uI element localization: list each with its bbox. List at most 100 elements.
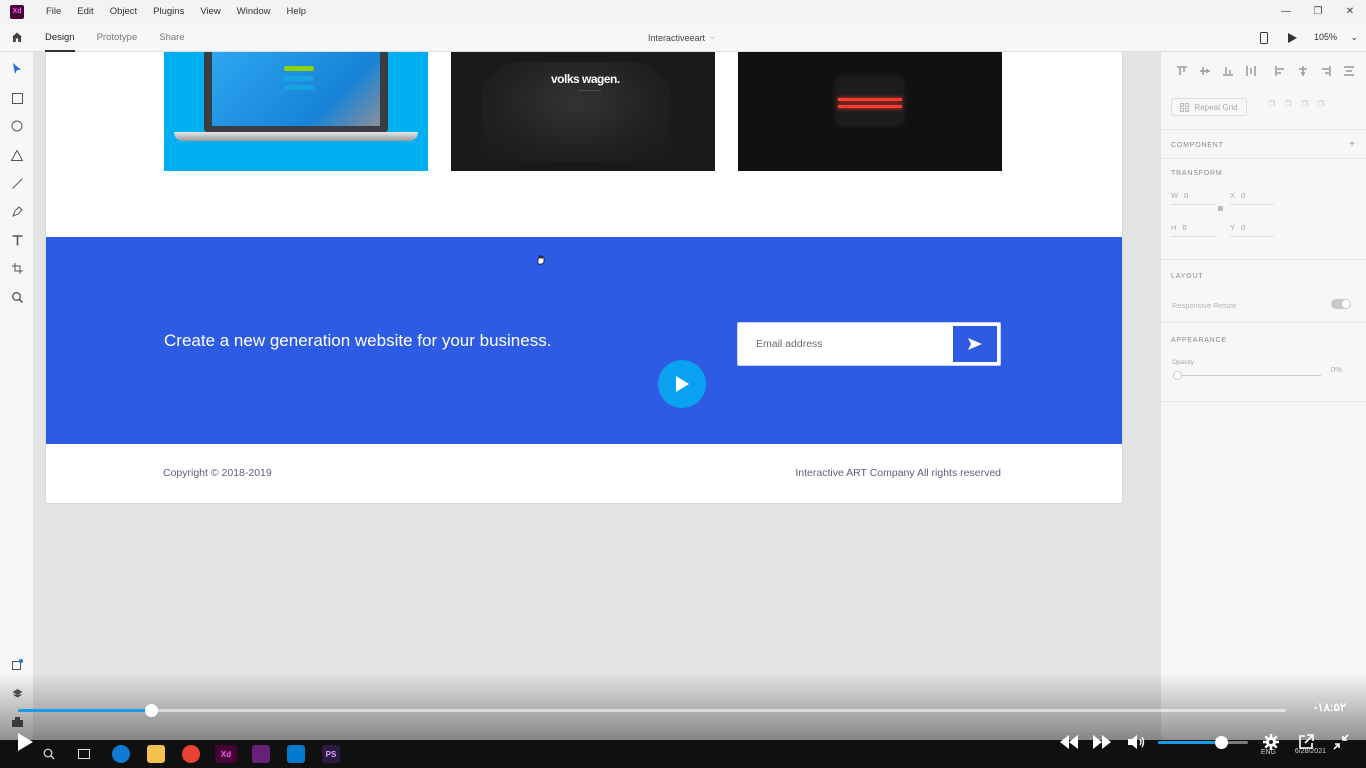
minimize-icon[interactable]: — [1270, 0, 1302, 23]
repeat-grid-button[interactable]: Repeat Grid [1171, 98, 1247, 116]
y-field[interactable]: Y0 [1230, 223, 1245, 232]
volume-slider[interactable] [1158, 736, 1248, 749]
vscode-icon[interactable] [287, 745, 305, 763]
visual-studio-icon[interactable] [252, 745, 270, 763]
boolean-subtract-icon[interactable]: ❐ [1285, 100, 1291, 108]
distribute-vertical-icon[interactable] [1242, 64, 1260, 78]
vw-logo: volks wagen. [551, 72, 620, 86]
footer-rights: Interactive ART Company All rights reser… [795, 467, 1001, 479]
distribute-horizontal-icon[interactable] [1340, 64, 1358, 78]
fast-forward-button[interactable] [1091, 731, 1113, 753]
transform-title: TRANSFORM [1171, 170, 1223, 177]
lock-aspect-icon[interactable] [1218, 206, 1223, 211]
menu-file[interactable]: File [38, 6, 69, 17]
windows-taskbar: Xd PS ENG 6/28/2021 [0, 740, 1366, 768]
artboard-icon[interactable] [0, 257, 34, 279]
menu-edit[interactable]: Edit [69, 6, 101, 17]
design-canvas[interactable]: volks wagen. ────── Create a new generat… [35, 52, 1160, 768]
boolean-intersect-icon[interactable]: ❐ [1302, 100, 1308, 108]
volkswagen-image[interactable]: volks wagen. ────── [451, 52, 715, 171]
boolean-add-icon[interactable]: ❐ [1269, 100, 1275, 108]
external-link-icon [1299, 734, 1314, 749]
zoom-select[interactable]: 105% ⌄ [1306, 32, 1366, 43]
width-field[interactable]: W0 [1171, 191, 1188, 200]
document-title[interactable]: Interactiveeart ⌵ [648, 23, 715, 52]
chevron-down-icon: ⌵ [710, 33, 716, 41]
file-explorer-icon[interactable] [147, 745, 165, 763]
line-icon[interactable] [0, 172, 34, 194]
boolean-exclude-icon[interactable]: ❐ [1318, 100, 1324, 108]
close-icon[interactable]: ✕ [1334, 0, 1366, 23]
align-right-icon[interactable] [1317, 64, 1335, 78]
zoom-icon[interactable] [0, 286, 34, 308]
edge-browser-icon[interactable] [112, 745, 130, 763]
opacity-slider[interactable] [1173, 375, 1321, 376]
laptop-mockup-image[interactable] [164, 52, 428, 171]
layout-section: LAYOUT Responsive Resize [1161, 259, 1366, 321]
pen-icon[interactable] [0, 200, 34, 222]
tab-design[interactable]: Design [34, 23, 86, 52]
send-button[interactable] [953, 326, 997, 362]
responsive-resize-toggle[interactable] [1331, 299, 1351, 309]
play-preview-icon[interactable] [1278, 32, 1306, 43]
x-field[interactable]: X0 [1230, 191, 1245, 200]
send-arrow-icon [968, 338, 982, 350]
opacity-slider-knob[interactable] [1173, 371, 1182, 380]
red-light-strip [838, 98, 902, 101]
mode-right-controls: 105% ⌄ [1250, 23, 1366, 52]
settings-button[interactable] [1260, 731, 1282, 753]
home-icon[interactable] [0, 31, 34, 43]
email-input[interactable] [738, 323, 950, 365]
artboard[interactable]: volks wagen. ────── Create a new generat… [46, 52, 1122, 503]
mockup-button [284, 76, 314, 81]
play-icon [676, 376, 689, 392]
task-view-icon[interactable] [75, 745, 93, 763]
chrome-icon[interactable] [182, 745, 200, 763]
add-component-icon[interactable]: + [1349, 139, 1355, 150]
vw-subtitle-mark: ────── [579, 88, 603, 93]
align-top-icon[interactable] [1173, 64, 1191, 78]
phpstorm-icon[interactable]: PS [322, 745, 340, 763]
device-preview-icon[interactable] [1250, 31, 1278, 44]
fast-forward-icon [1093, 735, 1111, 749]
align-bottom-icon[interactable] [1219, 64, 1237, 78]
window-controls: — ❐ ✕ [1270, 0, 1366, 23]
align-center-icon[interactable] [1294, 64, 1312, 78]
restore-icon[interactable]: ❐ [1302, 0, 1334, 23]
video-progress-bar[interactable] [18, 704, 1286, 717]
menu-view[interactable]: View [192, 6, 228, 17]
x-value: 0 [1241, 191, 1246, 200]
search-icon[interactable] [40, 745, 58, 763]
menu-plugins[interactable]: Plugins [145, 6, 192, 17]
video-play-button[interactable] [14, 731, 36, 753]
text-icon[interactable] [0, 229, 34, 251]
volume-icon [1128, 735, 1145, 749]
tab-prototype[interactable]: Prototype [86, 23, 149, 52]
adobe-xd-icon[interactable]: Xd [215, 745, 237, 763]
menu-window[interactable]: Window [229, 6, 279, 17]
height-field[interactable]: H0 [1171, 223, 1187, 232]
menu-help[interactable]: Help [279, 6, 315, 17]
select-icon[interactable] [0, 58, 34, 80]
red-light-strip [838, 105, 902, 108]
volume-knob[interactable] [1215, 736, 1228, 749]
play-video-button[interactable] [658, 360, 706, 408]
speaker-device-image[interactable] [738, 52, 1002, 171]
ellipse-icon[interactable] [0, 115, 34, 137]
triangle-icon[interactable] [0, 144, 34, 166]
align-left-icon[interactable] [1271, 64, 1289, 78]
rectangle-icon[interactable] [0, 87, 34, 109]
popout-button[interactable] [1295, 731, 1317, 753]
tab-share[interactable]: Share [148, 23, 195, 52]
volume-button[interactable] [1126, 731, 1148, 753]
rewind-button[interactable] [1058, 731, 1080, 753]
align-middle-icon[interactable] [1196, 64, 1214, 78]
opacity-value[interactable]: 0% [1331, 365, 1342, 374]
property-inspector: Repeat Grid ❐ ❐ ❐ ❐ COMPONENT + TRANSFOR… [1160, 52, 1366, 768]
cta-band[interactable]: Create a new generation website for your… [46, 237, 1122, 444]
component-section: COMPONENT + [1161, 129, 1366, 157]
exit-fullscreen-button[interactable] [1330, 731, 1352, 753]
menu-object[interactable]: Object [102, 6, 145, 17]
opacity-label: Opacity [1172, 359, 1195, 366]
laptop-base [174, 132, 418, 141]
